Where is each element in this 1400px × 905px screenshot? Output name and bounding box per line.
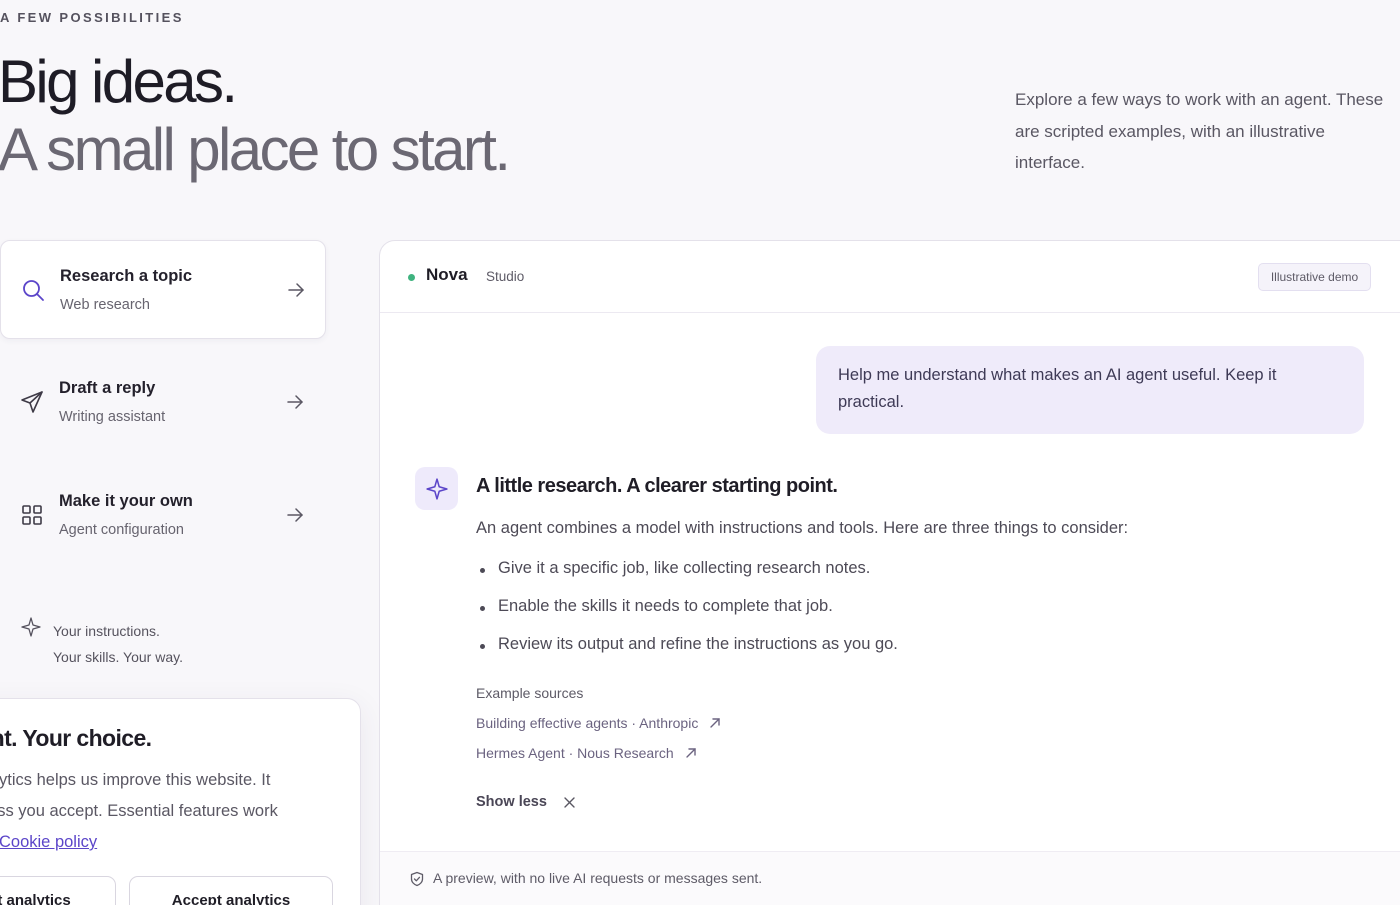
arrow-right-icon	[288, 283, 304, 297]
tagline-line-2: Your skills. Your way.	[53, 649, 183, 665]
response-points: Give it a specific job, like collecting …	[476, 559, 898, 673]
cookie-text-line-2: unless you accept. Essential features wo…	[0, 802, 278, 820]
list-item: Give it a specific job, like collecting …	[476, 559, 898, 597]
task-title: Make it your own	[59, 492, 193, 510]
reject-analytics-button[interactable]: Reject analytics	[0, 876, 116, 905]
demo-footer-note: A preview, with no live AI requests or m…	[433, 870, 763, 886]
section-title: Big ideas. A small place to start.	[0, 48, 511, 184]
external-link-icon	[710, 718, 721, 728]
cookie-consent-card: Insight. Your choice. Analytics helps us…	[0, 698, 361, 905]
demo-panel: Nova Studio Illustrative demo Help me un…	[379, 240, 1400, 905]
accept-analytics-button[interactable]: Accept analytics	[129, 876, 333, 905]
sources-label: Example sources	[476, 685, 584, 701]
source-link-label: Building effective agents · Anthropic	[476, 715, 699, 731]
paper-plane-icon	[21, 391, 43, 413]
response-title: A little research. A clearer starting po…	[476, 475, 838, 497]
grid-icon	[22, 505, 42, 525]
title-line-1: Big ideas.	[0, 48, 238, 115]
sparkle-icon	[425, 477, 448, 500]
list-item: Review its output and refine the instruc…	[476, 635, 898, 673]
list-item: Enable the skills it needs to complete t…	[476, 597, 898, 635]
task-subtitle: Web research	[60, 297, 150, 313]
possibilities-section: A FEW POSSIBILITIES Big ideas. A small p…	[0, 0, 1400, 905]
task-title: Research a topic	[60, 267, 193, 285]
agent-context: Studio	[486, 269, 525, 284]
cookie-text-line-1: Analytics helps us improve this website.…	[0, 771, 271, 789]
demo-header: Nova Studio Illustrative demo	[380, 241, 1400, 313]
source-link-nous-research[interactable]: Hermes Agent · Nous Research	[476, 745, 698, 761]
agent-avatar	[415, 467, 458, 510]
cookie-title: Insight. Your choice.	[0, 725, 152, 751]
shield-check-icon	[410, 871, 424, 887]
source-link-label: Hermes Agent · Nous Research	[476, 745, 674, 761]
tagline-line-1: Your instructions.	[53, 623, 160, 639]
sparkle-icon	[21, 617, 41, 637]
task-draft-reply[interactable]: Draft a reply Writing assistant	[0, 353, 326, 452]
arrow-right-icon	[287, 395, 303, 409]
agent-name: Nova	[426, 265, 468, 284]
external-link-icon	[685, 748, 696, 758]
tagline: Your instructions. Your skills. Your way…	[53, 618, 183, 670]
task-make-it-your-own[interactable]: Make it your own Agent configuration	[0, 466, 326, 565]
search-icon	[23, 280, 44, 301]
task-research-topic[interactable]: Research a topic Web research	[0, 240, 326, 339]
close-icon	[564, 796, 575, 808]
online-status-dot	[408, 274, 415, 281]
illustrative-demo-badge: Illustrative demo	[1258, 263, 1371, 291]
response-intro: An agent combines a model with instructi…	[476, 519, 1129, 537]
show-less-button[interactable]: Show less	[476, 794, 576, 810]
task-title: Draft a reply	[59, 379, 156, 397]
cookie-text: Analytics helps us improve this website.…	[0, 765, 360, 827]
arrow-right-icon	[287, 508, 303, 522]
title-line-2: A small place to start.	[0, 116, 511, 183]
demo-footer: A preview, with no live AI requests or m…	[380, 851, 1400, 905]
source-link-anthropic[interactable]: Building effective agents · Anthropic	[476, 715, 722, 731]
cookie-policy-link[interactable]: Cookie policy	[0, 827, 97, 858]
task-subtitle: Writing assistant	[59, 409, 166, 425]
section-intro: Explore a few ways to work with an agent…	[1015, 90, 1384, 172]
user-message-bubble: Help me understand what makes an AI agen…	[816, 346, 1364, 434]
section-eyebrow: A FEW POSSIBILITIES	[0, 10, 184, 25]
task-subtitle: Agent configuration	[59, 522, 184, 538]
show-less-label: Show less	[476, 794, 547, 810]
